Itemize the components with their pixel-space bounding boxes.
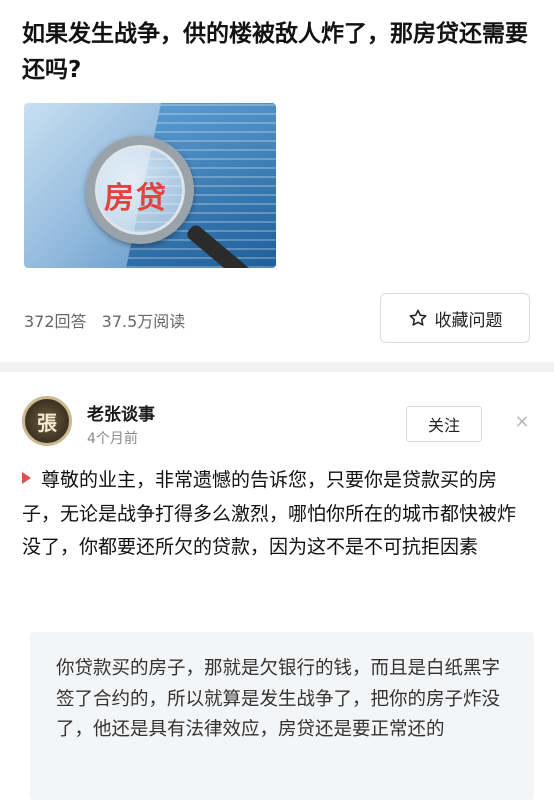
question-stats: 372回答 37.5万阅读	[24, 308, 185, 332]
answers-count: 372回答	[24, 312, 87, 331]
favorite-question-label: 收藏问题	[434, 310, 503, 331]
answer-text[interactable]: 尊敬的业主，非常遗憾的告诉您，只要你是贷款买的房子，无论是战争打得多么激烈，哪怕…	[22, 464, 534, 565]
quote-block: 你贷款买的房子，那就是欠银行的钱，而且是白纸黑字签了合约的，所以就算是发生战争了…	[30, 632, 534, 800]
answer-body: 尊敬的业主，非常遗憾的告诉您，只要你是贷款买的房子，无论是战争打得多么激烈，哪怕…	[22, 469, 517, 558]
close-icon[interactable]: ×	[512, 412, 532, 432]
section-divider	[0, 362, 554, 372]
triangle-marker-icon	[22, 472, 31, 484]
avatar[interactable]: 張	[22, 396, 72, 446]
question-card: 如果发生战争，供的楼被敌人炸了，那房贷还需要还吗? 房贷 372回答 37.5万…	[0, 0, 554, 362]
image-caption: 房贷	[104, 181, 168, 216]
question-title[interactable]: 如果发生战争，供的楼被敌人炸了，那房贷还需要还吗?	[22, 16, 537, 88]
star-outline-icon	[409, 309, 426, 326]
avatar-glyph: 張	[37, 410, 57, 435]
view-count: 37.5万阅读	[101, 312, 186, 331]
question-image[interactable]: 房贷	[24, 103, 276, 268]
answer-card: 張 老张谈事 4个月前 关注 × 尊敬的业主，非常遗憾的告诉您，只要你是贷款买的…	[0, 372, 554, 800]
post-time: 4个月前	[87, 431, 138, 447]
favorite-question-button[interactable]: 收藏问题	[380, 293, 530, 343]
author-name[interactable]: 老张谈事	[87, 400, 155, 425]
follow-button[interactable]: 关注	[406, 406, 482, 442]
